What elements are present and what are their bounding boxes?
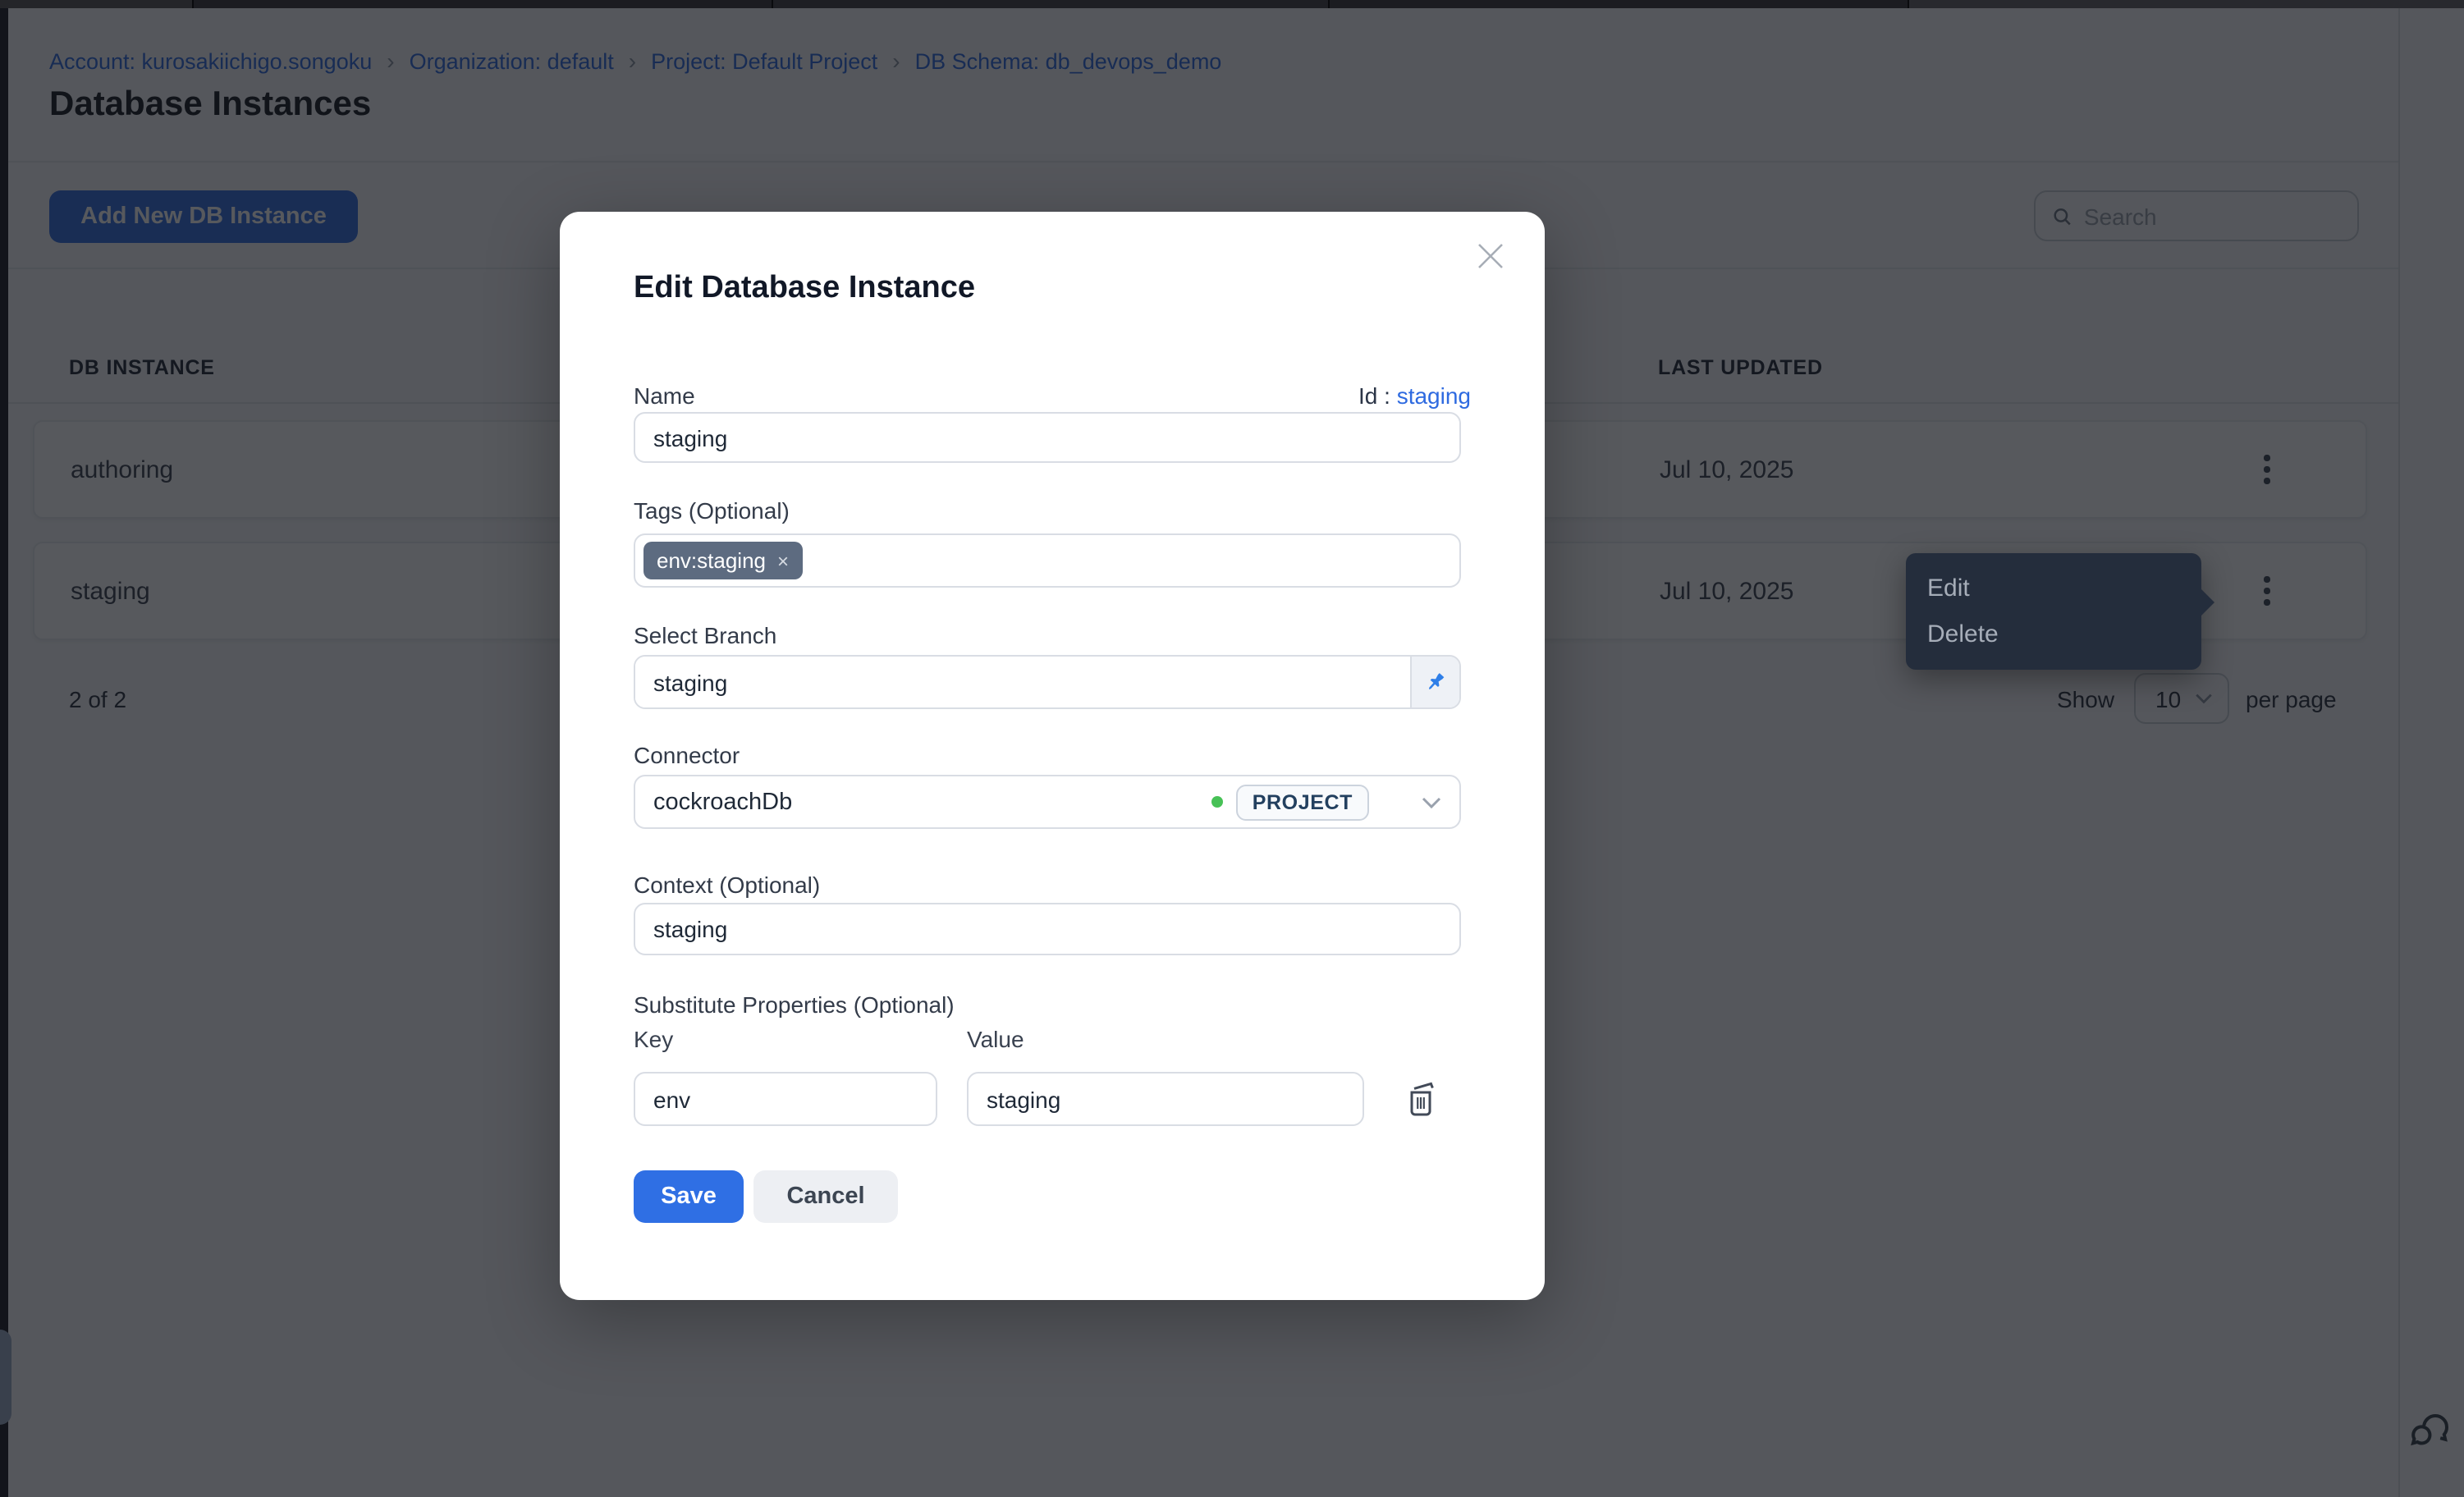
status-dot-icon xyxy=(1211,796,1223,808)
property-key-field[interactable] xyxy=(634,1072,937,1126)
instance-id: Id : staging xyxy=(1358,382,1471,409)
connector-select[interactable]: cockroachDb PROJECT xyxy=(634,775,1461,829)
edit-database-instance-modal: Edit Database Instance Name Id : staging… xyxy=(560,212,1545,1300)
sidebar-collapse-handle[interactable] xyxy=(0,1330,11,1425)
context-menu-edit[interactable]: Edit xyxy=(1906,565,2201,611)
screen: Account: kurosakiichigo.songoku › Organi… xyxy=(0,0,2464,1497)
value-label: Value xyxy=(967,1026,1024,1052)
delete-property-trash-icon[interactable] xyxy=(1404,1078,1440,1118)
pushpin-icon xyxy=(1423,670,1448,694)
name-label: Name xyxy=(634,382,695,409)
branch-label: Select Branch xyxy=(634,622,776,648)
branch-field xyxy=(634,655,1461,709)
tag-remove-icon[interactable]: × xyxy=(777,551,789,570)
cancel-button[interactable]: Cancel xyxy=(753,1170,898,1223)
window-left-edge xyxy=(0,8,8,1497)
id-value[interactable]: staging xyxy=(1397,382,1471,409)
browser-tab-strip xyxy=(0,0,2464,8)
connector-value: cockroachDb xyxy=(653,789,1198,815)
chevron-down-icon xyxy=(1422,795,1441,808)
context-menu-delete[interactable]: Delete xyxy=(1906,611,2201,657)
close-icon[interactable] xyxy=(1472,238,1509,274)
branch-input[interactable] xyxy=(635,657,1410,707)
name-field[interactable] xyxy=(634,412,1461,463)
pin-branch-button[interactable] xyxy=(1410,657,1459,707)
context-label: Context (Optional) xyxy=(634,872,820,898)
tags-field[interactable]: env:staging × xyxy=(634,533,1461,588)
context-field[interactable] xyxy=(634,903,1461,955)
tag-chip-label: env:staging xyxy=(657,548,766,573)
save-button[interactable]: Save xyxy=(634,1170,744,1223)
connector-scope-badge: PROJECT xyxy=(1236,784,1369,820)
id-separator: : xyxy=(1384,382,1390,409)
connector-label: Connector xyxy=(634,742,740,768)
tag-chip: env:staging × xyxy=(643,542,802,579)
substitute-properties-label: Substitute Properties (Optional) xyxy=(634,991,955,1018)
context-menu-arrow xyxy=(2200,588,2214,617)
tags-label: Tags (Optional) xyxy=(634,497,790,524)
id-label: Id xyxy=(1358,382,1377,409)
key-label: Key xyxy=(634,1026,673,1052)
modal-title: Edit Database Instance xyxy=(634,271,975,307)
property-value-field[interactable] xyxy=(967,1072,1364,1126)
row-context-menu: Edit Delete xyxy=(1906,553,2201,670)
